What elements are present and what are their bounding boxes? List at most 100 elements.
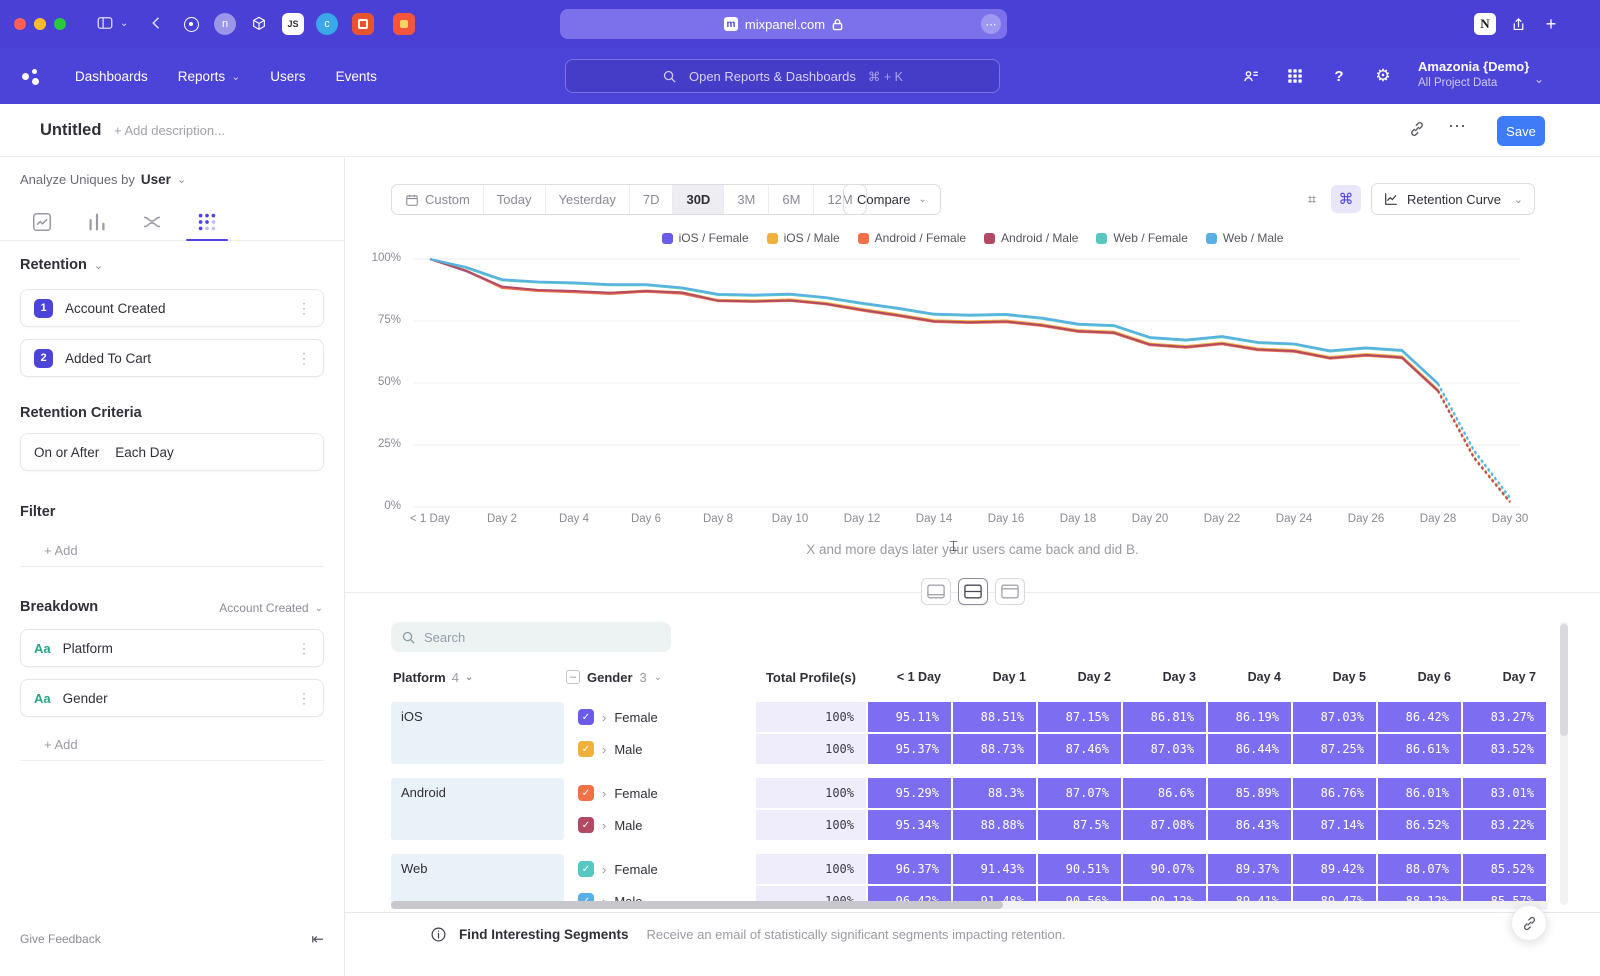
copy-link-icon[interactable] — [1408, 120, 1428, 140]
retention-value-cell[interactable]: 86.42% — [1378, 702, 1461, 732]
nav-item-events[interactable]: Events — [336, 69, 377, 84]
extension-n-icon[interactable]: n — [214, 13, 236, 35]
legend-item[interactable]: Android / Male — [984, 231, 1078, 245]
breakdown-applies-to[interactable]: Account Created⌄ — [219, 601, 323, 615]
retention-value-cell[interactable]: 87.25% — [1293, 734, 1376, 764]
save-button[interactable]: Save — [1497, 116, 1545, 146]
retention-value-cell[interactable]: 83.22% — [1463, 810, 1546, 840]
day-column-header[interactable]: Day 6 — [1378, 670, 1463, 684]
retention-value-cell[interactable]: 87.03% — [1123, 734, 1206, 764]
nav-item-users[interactable]: Users — [270, 69, 305, 84]
tab-insights[interactable] — [31, 211, 53, 233]
retention-value-cell[interactable]: 86.44% — [1208, 734, 1291, 764]
platform-column-header[interactable]: Platform 4 ⌄ — [391, 670, 566, 685]
series-checkbox[interactable]: ✓ — [578, 861, 594, 877]
extension-clock-icon[interactable] — [180, 13, 202, 35]
segments-title[interactable]: Find Interesting Segments — [459, 927, 629, 942]
retention-value-cell[interactable]: 85.52% — [1463, 854, 1546, 884]
extension-blue-icon[interactable]: c — [316, 13, 338, 35]
command-shortcut-icon[interactable]: ⌘ — [1331, 185, 1361, 213]
tab-flows[interactable] — [141, 211, 163, 233]
criteria-mode[interactable]: On or After — [34, 445, 99, 460]
retention-value-cell[interactable]: 89.37% — [1208, 854, 1291, 884]
retention-value-cell[interactable]: 87.14% — [1293, 810, 1376, 840]
retention-value-cell[interactable]: 86.43% — [1208, 810, 1291, 840]
retention-value-cell[interactable]: 95.34% — [868, 810, 951, 840]
retention-value-cell[interactable]: 83.01% — [1463, 778, 1546, 808]
retention-value-cell[interactable]: 86.76% — [1293, 778, 1376, 808]
chevron-right-icon[interactable]: › — [602, 710, 606, 725]
new-tab-icon[interactable]: + — [1540, 13, 1562, 35]
gear-icon[interactable]: ⚙ — [1372, 65, 1394, 87]
chart-type-selector[interactable]: Retention Curve ⌄ — [1371, 183, 1535, 215]
retention-criteria-control[interactable]: On or After Each Day — [20, 433, 324, 471]
criteria-interval[interactable]: Each Day — [115, 445, 174, 460]
zoom-window-button[interactable] — [54, 18, 66, 30]
close-window-button[interactable] — [14, 18, 26, 30]
tab-funnels[interactable] — [86, 211, 108, 233]
gender-cell[interactable]: ✓›Male — [566, 734, 754, 764]
retention-value-cell[interactable]: 91.43% — [953, 854, 1036, 884]
gender-column-header[interactable]: – Gender 3 ⌄ — [566, 670, 756, 685]
day-column-header[interactable]: Day 1 — [953, 670, 1038, 684]
retention-value-cell[interactable]: 85.89% — [1208, 778, 1291, 808]
day-column-header[interactable]: Day 5 — [1293, 670, 1378, 684]
retention-value-cell[interactable]: 90.07% — [1123, 854, 1206, 884]
retention-value-cell[interactable]: 88.73% — [953, 734, 1036, 764]
indeterminate-checkbox[interactable]: – — [566, 670, 580, 684]
retention-value-cell[interactable]: 88.3% — [953, 778, 1036, 808]
analyze-value[interactable]: User — [141, 172, 171, 187]
extension-js-icon[interactable]: JS — [282, 13, 304, 35]
give-feedback-link[interactable]: Give Feedback — [20, 932, 101, 946]
kebab-menu-icon[interactable]: ⋮ — [297, 640, 311, 657]
legend-item[interactable]: iOS / Female — [662, 231, 749, 245]
retention-value-cell[interactable]: 95.37% — [868, 734, 951, 764]
horizontal-scrollbar[interactable] — [391, 901, 1548, 909]
retention-value-cell[interactable]: 87.03% — [1293, 702, 1376, 732]
table-search[interactable] — [391, 622, 671, 652]
retention-value-cell[interactable]: 86.6% — [1123, 778, 1206, 808]
chevron-right-icon[interactable]: › — [602, 742, 606, 757]
add-filter-button[interactable]: + Add — [20, 535, 324, 567]
chevron-right-icon[interactable]: › — [602, 862, 606, 877]
compare-button[interactable]: Compare⌄ — [843, 184, 941, 215]
retention-section-heading[interactable]: Retention⌄ — [20, 257, 103, 273]
project-switcher[interactable]: Amazonia {Demo} All Project Data — [1418, 58, 1538, 91]
gender-cell[interactable]: ✓›Female — [566, 854, 754, 884]
series-checkbox[interactable]: ✓ — [578, 817, 594, 833]
retention-value-cell[interactable]: 83.27% — [1463, 702, 1546, 732]
retention-value-cell[interactable]: 86.52% — [1378, 810, 1461, 840]
table-only-view-toggle[interactable] — [995, 578, 1025, 605]
legend-item[interactable]: Web / Female — [1096, 231, 1187, 245]
platform-cell[interactable]: iOS — [391, 702, 564, 764]
nav-item-dashboards[interactable]: Dashboards — [75, 69, 148, 84]
kebab-menu-icon[interactable]: ⋮ — [297, 300, 311, 317]
retention-value-cell[interactable]: 88.51% — [953, 702, 1036, 732]
day-column-header[interactable]: Day 3 — [1123, 670, 1208, 684]
nav-item-reports[interactable]: Reports⌄ — [178, 69, 241, 84]
retention-value-cell[interactable]: 87.08% — [1123, 810, 1206, 840]
legend-item[interactable]: Android / Female — [858, 231, 966, 245]
chevron-down-icon[interactable]: ⌄ — [120, 18, 128, 29]
chevron-right-icon[interactable]: › — [602, 786, 606, 801]
extension-cube-icon[interactable] — [248, 13, 270, 35]
vertical-scrollbar[interactable] — [1560, 622, 1568, 905]
day-column-header[interactable]: Day 2 — [1038, 670, 1123, 684]
kebab-menu-icon[interactable]: ⋮ — [297, 350, 311, 367]
users-report-icon[interactable] — [1240, 65, 1262, 87]
share-icon[interactable] — [1507, 13, 1529, 35]
retention-value-cell[interactable]: 87.46% — [1038, 734, 1121, 764]
range-7d[interactable]: 7D — [629, 185, 673, 214]
breakdown-platform[interactable]: Aa Platform ⋮ — [20, 629, 324, 667]
gender-cell[interactable]: ✓›Female — [566, 702, 754, 732]
add-breakdown-button[interactable]: + Add — [20, 729, 324, 761]
retention-line-chart[interactable] — [385, 249, 1545, 519]
apps-grid-icon[interactable] — [1284, 65, 1306, 87]
range-custom[interactable]: Custom — [392, 185, 483, 214]
retention-value-cell[interactable]: 90.51% — [1038, 854, 1121, 884]
retention-value-cell[interactable]: 86.61% — [1378, 734, 1461, 764]
extension-red-icon[interactable] — [393, 13, 415, 35]
add-description-button[interactable]: + Add description... — [114, 123, 225, 138]
retention-step-a[interactable]: 1 Account Created ⋮ — [20, 289, 324, 327]
scrollbar-thumb[interactable] — [391, 901, 1003, 909]
